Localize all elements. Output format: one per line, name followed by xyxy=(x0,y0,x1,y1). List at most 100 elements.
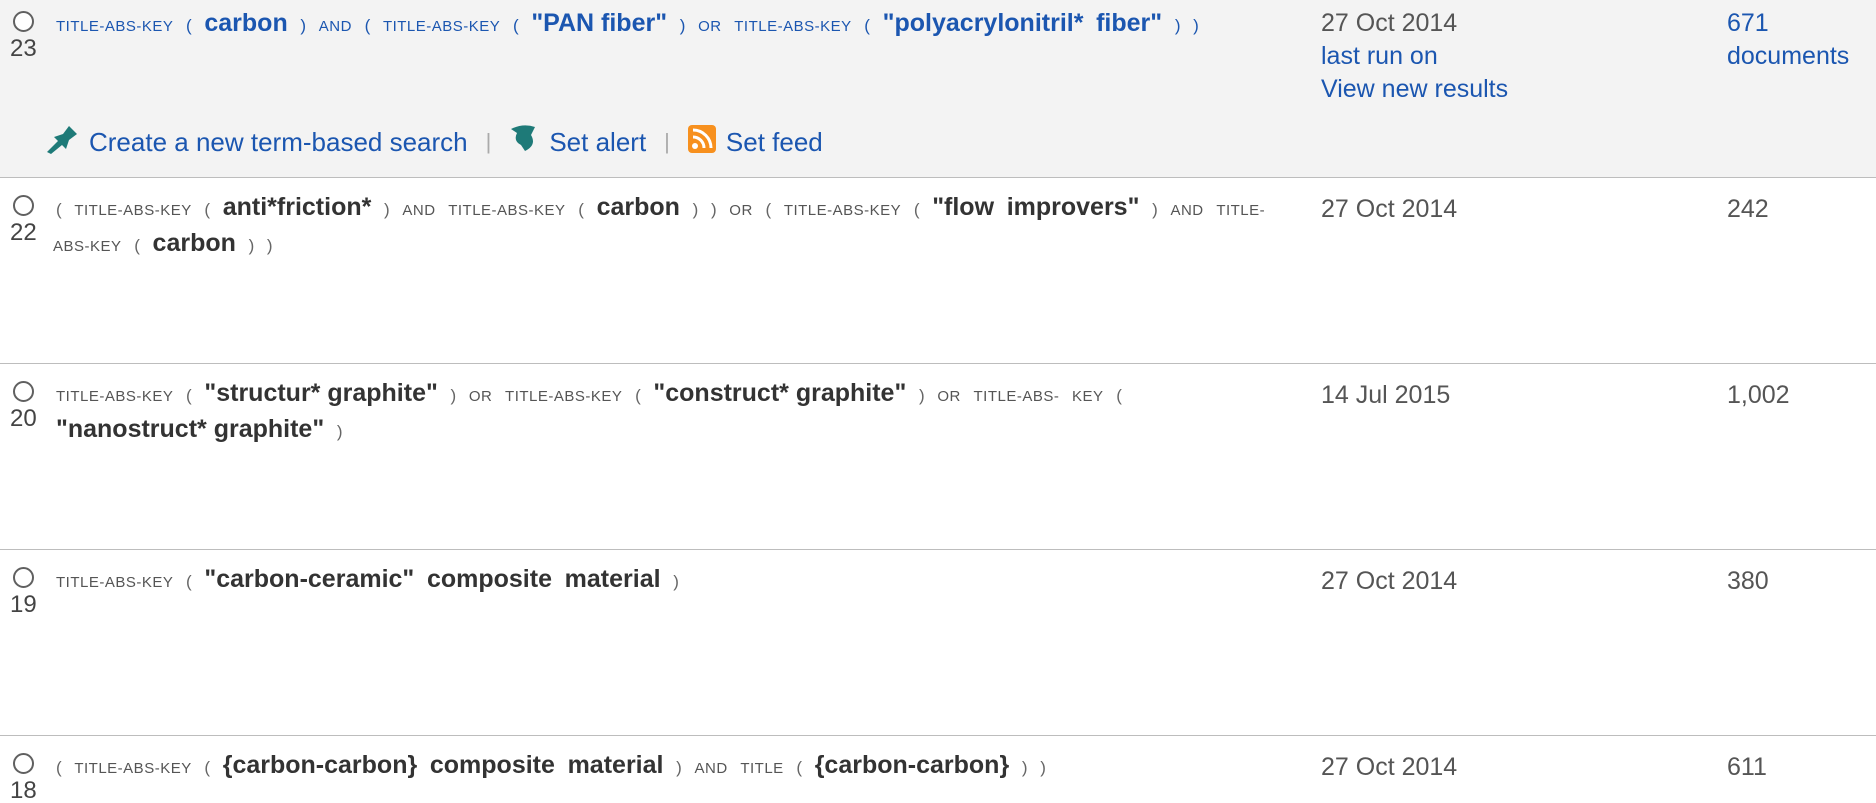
query-field-keyword: OR xyxy=(729,202,753,219)
query-field-keyword: TITLE-ABS-KEY xyxy=(734,18,852,35)
search-history-row-19: 19 TITLE-ABS-KEY ( "carbon-ceramic" comp… xyxy=(0,550,1876,736)
query-parenthesis: ( xyxy=(204,758,211,777)
search-history-row-20: 20 TITLE-ABS-KEY ( "structur* graphite" … xyxy=(0,364,1876,550)
documents-count[interactable]: 611 xyxy=(1727,751,1876,784)
query-field-keyword: TITLE-ABS-KEY xyxy=(74,202,192,219)
search-query[interactable]: TITLE-ABS-KEY ( carbon ) AND ( TITLE-ABS… xyxy=(53,7,1283,43)
query-field-keyword: OR xyxy=(468,388,493,405)
query-field-keyword: AND xyxy=(694,760,728,777)
query-parenthesis: ) xyxy=(918,386,925,405)
documents-count-value: 671 xyxy=(1727,9,1769,37)
row-select-cell: 23 xyxy=(10,11,46,71)
search-history-row-23: 23 TITLE-ABS-KEY ( carbon ) AND ( TITLE-… xyxy=(0,0,1876,178)
documents-count[interactable]: 380 xyxy=(1727,565,1876,598)
search-query[interactable]: TITLE-ABS-KEY ( "carbon-ceramic" composi… xyxy=(53,563,1283,599)
query-parenthesis: ( xyxy=(512,16,519,35)
query-field-keyword: OR xyxy=(698,18,722,35)
query-parenthesis: ) xyxy=(384,200,390,219)
query-parenthesis: ) xyxy=(1193,16,1199,35)
search-history-row-22: 22 ( TITLE-ABS-KEY ( anti*friction* ) AN… xyxy=(0,178,1876,364)
query-parenthesis: ) xyxy=(450,386,457,405)
query-field-keyword: AND xyxy=(318,18,352,35)
row-number: 23 xyxy=(10,35,37,62)
row-select-cell: 22 xyxy=(10,195,46,255)
query-parenthesis: ) xyxy=(336,422,343,441)
run-date: 27 Oct 2014 xyxy=(1321,753,1458,781)
documents-count[interactable]: 671 documents xyxy=(1727,7,1876,73)
create-term-search-action[interactable]: Create a new term-based search xyxy=(45,124,468,161)
rss-icon xyxy=(687,124,716,160)
date-column: 14 Jul 2015 xyxy=(1321,379,1591,412)
action-separator: | xyxy=(485,129,492,154)
run-date: 27 Oct 2014 xyxy=(1321,567,1458,595)
row-number: 20 xyxy=(10,405,37,432)
query-term: composite xyxy=(426,565,552,593)
date-column: 27 Oct 2014 xyxy=(1321,565,1591,598)
view-new-results-link[interactable]: View new results xyxy=(1321,73,1591,106)
query-term: material xyxy=(564,565,661,593)
row-number: 18 xyxy=(10,777,37,803)
query-parenthesis: ( xyxy=(364,16,371,35)
search-query[interactable]: ( TITLE-ABS-KEY ( anti*friction* ) AND T… xyxy=(53,191,1283,263)
documents-count-value: 242 xyxy=(1727,195,1769,223)
query-field-keyword: TITLE xyxy=(740,760,784,777)
date-column: 27 Oct 2014 xyxy=(1321,193,1591,226)
query-term: anti*friction* xyxy=(222,193,372,221)
query-parenthesis: ) xyxy=(710,200,717,219)
set-feed-action[interactable]: Set feed xyxy=(687,124,823,160)
query-parenthesis: ) xyxy=(1152,200,1158,219)
documents-count-value: 1,002 xyxy=(1727,381,1790,409)
search-query[interactable]: TITLE-ABS-KEY ( "structur* graphite" ) O… xyxy=(53,377,1283,448)
query-parenthesis: ( xyxy=(186,386,192,405)
set-feed-label: Set feed xyxy=(725,126,823,157)
query-parenthesis: ) xyxy=(1174,16,1181,35)
documents-count[interactable]: 1,002 xyxy=(1727,379,1876,412)
query-field-keyword: TITLE-ABS- xyxy=(973,388,1060,405)
query-term: "PAN fiber" xyxy=(531,9,668,37)
query-field-keyword: AND xyxy=(1170,202,1204,219)
last-run-label: last run on xyxy=(1321,42,1438,70)
query-term: carbon xyxy=(596,193,680,221)
documents-label: documents xyxy=(1727,42,1850,70)
query-parenthesis: ) xyxy=(1021,758,1028,777)
search-query[interactable]: ( TITLE-ABS-KEY ( {carbon-carbon} compos… xyxy=(53,749,1283,785)
query-field-keyword: TITLE-ABS-KEY xyxy=(382,18,501,35)
row-select-cell: 18 xyxy=(10,753,46,803)
create-term-search-label: Create a new term-based search xyxy=(89,126,468,157)
search-history-row-18: 18 ( TITLE-ABS-KEY ( {carbon-carbon} com… xyxy=(0,736,1876,803)
query-parenthesis: ) xyxy=(1040,758,1046,777)
query-parenthesis: ) xyxy=(676,758,682,777)
query-parenthesis: ( xyxy=(56,758,62,777)
query-field-keyword: TITLE-ABS-KEY xyxy=(56,574,174,591)
row-select-checkbox[interactable] xyxy=(13,567,34,588)
query-term: fiber" xyxy=(1096,9,1163,37)
date-column: 27 Oct 2014 last run on View new results xyxy=(1321,7,1591,106)
query-term: "construct* graphite" xyxy=(653,379,907,407)
pin-icon xyxy=(45,124,79,161)
row-number: 22 xyxy=(10,219,37,246)
row-select-checkbox[interactable] xyxy=(13,753,34,774)
row-select-checkbox[interactable] xyxy=(13,195,34,216)
query-field-keyword: TITLE-ABS-KEY xyxy=(74,760,192,777)
query-field-keyword: TITLE-ABS-KEY xyxy=(56,18,174,35)
query-parenthesis: ) xyxy=(266,236,273,255)
set-alert-action[interactable]: Set alert xyxy=(509,123,646,162)
run-date: 27 Oct 2014 xyxy=(1321,9,1458,37)
query-field-keyword: TITLE-ABS-KEY xyxy=(448,202,566,219)
query-parenthesis: ) xyxy=(248,236,255,255)
row-select-checkbox[interactable] xyxy=(13,11,34,32)
query-parenthesis: ) xyxy=(679,16,686,35)
query-parenthesis: ) xyxy=(692,200,699,219)
row-select-checkbox[interactable] xyxy=(13,381,34,402)
query-field-keyword: AND xyxy=(402,202,436,219)
query-term: "flow xyxy=(932,193,995,221)
query-term: "polyacrylonitril* xyxy=(882,9,1084,37)
query-parenthesis: ( xyxy=(578,200,584,219)
query-field-keyword: KEY xyxy=(1072,388,1104,405)
documents-count[interactable]: 242 xyxy=(1727,193,1876,226)
row-number: 19 xyxy=(10,591,37,618)
query-parenthesis: ( xyxy=(864,16,870,35)
action-separator: | xyxy=(664,129,670,154)
query-term: "structur* graphite" xyxy=(204,379,438,407)
query-field-keyword: TITLE-ABS-KEY xyxy=(56,388,174,405)
